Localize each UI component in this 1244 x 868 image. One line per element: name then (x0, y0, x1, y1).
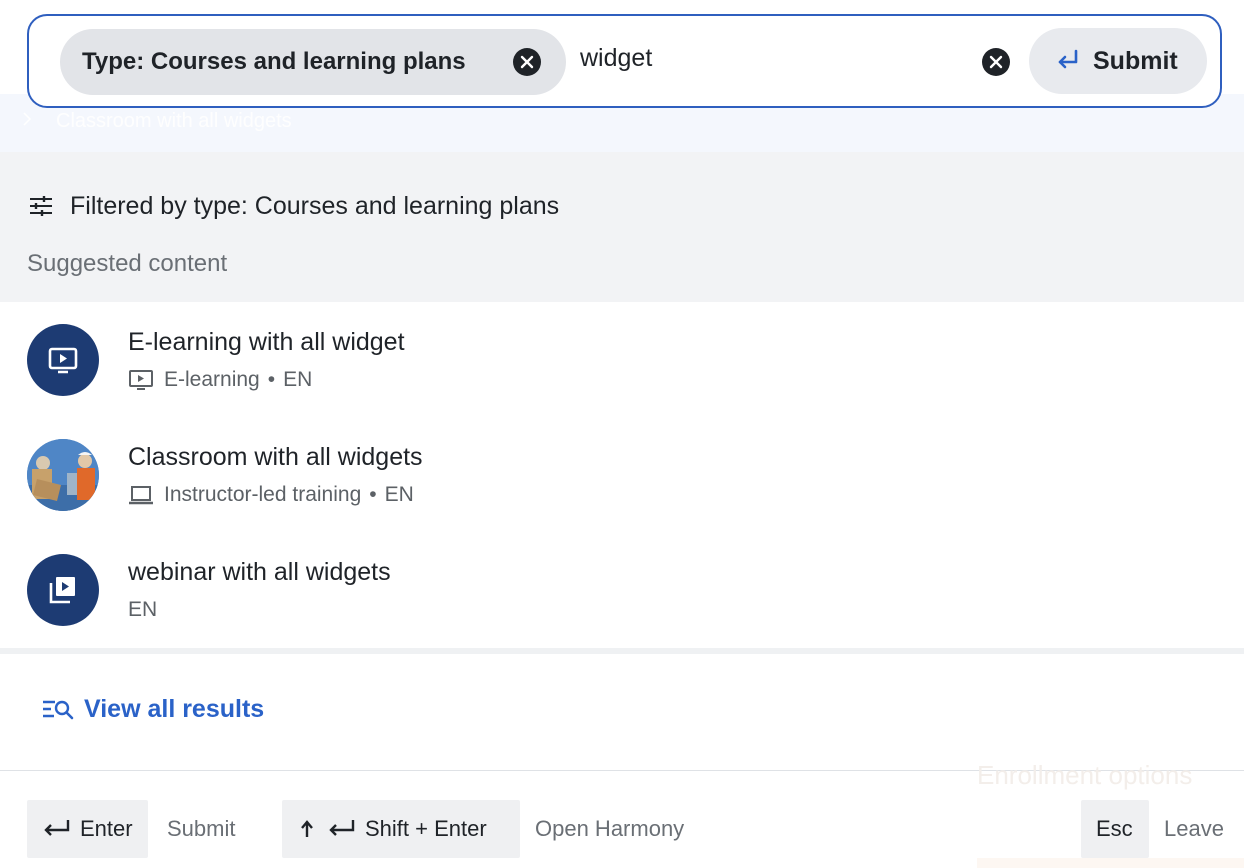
esc-key-label: Esc (1096, 816, 1133, 841)
avatar (27, 324, 99, 396)
shift-enter-key-description: Open Harmony (535, 816, 685, 841)
background-panel-label: Enrollment options (977, 760, 1193, 790)
play-screen-icon (48, 347, 78, 374)
remove-filter-icon[interactable] (512, 47, 542, 77)
view-all-results-label: View all results (84, 695, 265, 723)
result-meta: EN (128, 598, 157, 622)
avatar (27, 554, 99, 626)
result-type: E-learning (164, 368, 260, 391)
background-panel (977, 858, 1244, 868)
result-title: webinar with all widgets (128, 558, 391, 586)
view-all-results-link[interactable]: View all results (42, 695, 264, 724)
type-filter-chip[interactable]: Type: Courses and learning plans (60, 29, 566, 95)
search-box: Type: Courses and learning plans widget … (27, 14, 1222, 108)
list-item[interactable]: E-learning with all widget E-learning • … (0, 324, 1244, 434)
meta-separator: • (369, 483, 377, 506)
enter-key-description: Submit (167, 816, 236, 841)
shift-enter-key-label: Shift + Enter (365, 816, 487, 841)
enter-key-hint: Enter (27, 800, 148, 858)
result-title: E-learning with all widget (128, 328, 405, 356)
background-item-label: Classroom with all widgets (56, 110, 292, 132)
enter-arrow-icon (44, 820, 70, 836)
esc-key-description: Leave (1164, 816, 1224, 841)
laptop-icon (129, 486, 153, 505)
search-input[interactable]: widget (580, 44, 652, 73)
submit-button[interactable]: Submit (1029, 28, 1207, 94)
result-language: EN (384, 483, 414, 506)
result-title: Classroom with all widgets (128, 443, 423, 471)
esc-key-hint: Esc (1081, 800, 1149, 858)
filter-sliders-icon (30, 196, 52, 216)
enter-key-label: Enter (80, 816, 133, 841)
workers-photo-icon (27, 439, 99, 511)
list-item[interactable]: Classroom with all widgets Instructor-le… (0, 439, 1244, 549)
play-screen-icon (129, 370, 153, 390)
result-language: EN (128, 598, 158, 621)
result-meta: E-learning • EN (128, 368, 312, 392)
divider (0, 648, 1244, 654)
search-overlay: Classroom with all widgets Type: Courses… (0, 0, 1244, 868)
meta-separator: • (267, 368, 276, 391)
result-type: Instructor-led training (164, 483, 362, 506)
result-meta: Instructor-led training • EN (128, 483, 414, 507)
type-filter-chip-label: Type: Courses and learning plans (82, 48, 466, 75)
filter-description: Filtered by type: Courses and learning p… (70, 192, 560, 220)
submit-label: Submit (1093, 46, 1178, 75)
shift-enter-key-hint: Shift + Enter (282, 800, 520, 858)
list-search-icon (43, 700, 74, 719)
enter-arrow-icon (1058, 49, 1078, 69)
suggested-content-heading: Suggested content (27, 250, 228, 277)
filter-section (0, 152, 1244, 302)
clear-search-icon[interactable] (981, 47, 1011, 77)
result-language: EN (283, 368, 313, 391)
course-thumbnail (27, 439, 99, 511)
chevron-right-icon (23, 112, 32, 126)
shift-arrow-icon (301, 820, 313, 837)
enter-arrow-icon (329, 820, 355, 836)
video-stack-icon (49, 577, 75, 604)
